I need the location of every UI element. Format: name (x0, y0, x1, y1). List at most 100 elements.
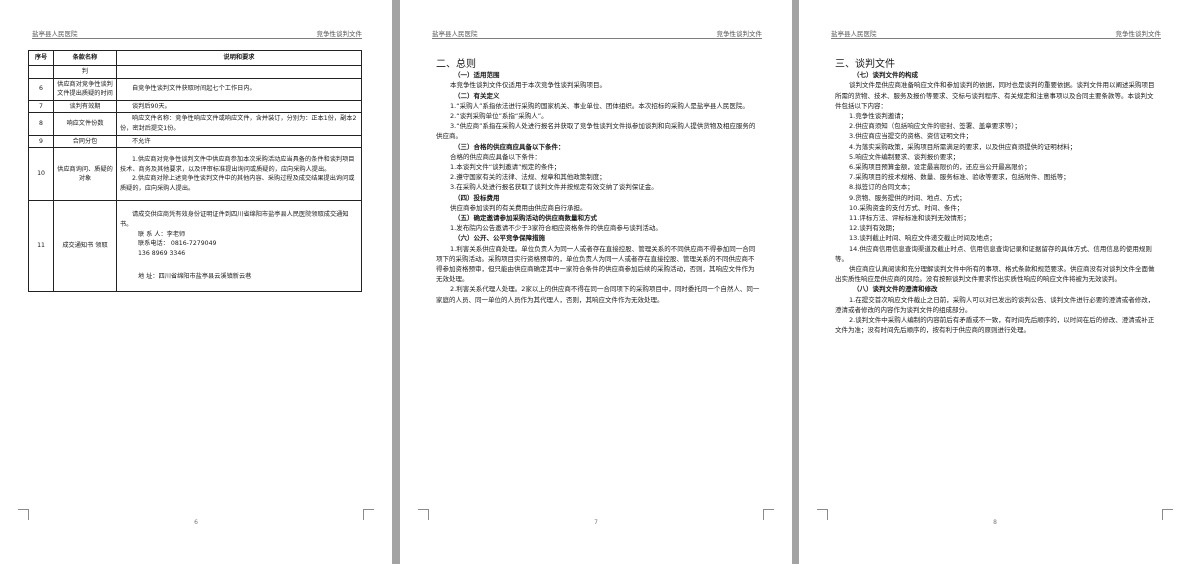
paragraph: 谈判文件是供应商准备响应文件和参加谈判的依据，同时也是谈判的重要依据。谈判文件用… (835, 81, 1155, 110)
row-description: 自竞争性谈判文件获取时间起七个工作日内。 (116, 77, 362, 101)
paragraph: 10.采购资金的支付方式、时间、条件； (849, 203, 964, 212)
header-right: 竞争性谈判文件 (316, 30, 363, 38)
subsection-heading: （一）适用范围 (454, 71, 500, 80)
row-term-name: 谈判有效期 (53, 99, 117, 114)
description-line (120, 258, 358, 272)
description-line: 2.供应商对除上述竞争性谈判文件中的其他内容、采购过程及成交结果提出询问或质疑的… (120, 175, 355, 192)
row-term-name: 合同分包 (53, 134, 117, 149)
subsection-heading: （七）谈判文件的构成 (853, 71, 918, 80)
paragraph: 14.供应商信用信息查询渠道及截止时点、信用信息查询记录和证据留存的具体方式、信… (835, 244, 1152, 263)
paragraph: 5.响应文件编制要求、谈判报价要求； (849, 152, 960, 161)
header-right: 竞争性谈判文件 (716, 30, 763, 38)
page-header: 盐亭县人民医院 竞争性谈判文件 (432, 26, 762, 39)
row-number: 9 (28, 134, 54, 149)
header-left: 盐亭县人民医院 (432, 30, 478, 38)
paragraph: 8.拟签订的合同文本； (849, 183, 914, 192)
row-term-name: 响应文件份数 (53, 112, 117, 136)
description-line: 136 8969 3346 (138, 249, 186, 257)
section-content: （一）适用范围 本竞争性谈判文件仅适用于本次竞争性谈判采购项目。 （二）有关定义 1.… (436, 70, 760, 305)
paragraph: 1.发布院内公告邀请不少于3家符合相应资格条件的供应商参与谈判活动。 (450, 224, 662, 233)
document-page-6: 盐亭县人民医院 竞争性谈判文件 序号 条款名称 说明和要求 判 6 供应商对竞争性谈… (0, 0, 392, 564)
description-line: 联 系 人：李老师 (138, 230, 186, 238)
table-row: 8 响应文件份数 响应文件名称：竞争性响应文件或响应文件，含并装订，分别为：正本1份… (28, 112, 362, 136)
row-description: 谈判后90天。 (116, 99, 362, 114)
paragraph: 2.“谈判采购单位”系指“采购人”。 (450, 112, 548, 121)
paragraph: 6.采购项目预算金额，设定最高限价的，还应当公开最高限价； (849, 163, 1031, 172)
paragraph: 13.谈判截止时间、响应文件递交截止时间及地点； (849, 234, 996, 243)
paragraph: 9.货物、服务提供的时间、地点、方式； (849, 193, 966, 202)
page-number: 8 (993, 519, 997, 526)
row-term-name: 成交通知书 领取 (53, 200, 117, 293)
page-body: 二、总则 （一）适用范围 本竞争性谈判文件仅适用于本次竞争性谈判采购项目。 （二）有… (436, 59, 760, 305)
table-header-row: 序号 条款名称 说明和要求 (28, 50, 362, 66)
description-line: 1.供应商对竞争性谈判文件中供应商参加本次采购活动应当具备的条件和谈判项目技术、… (120, 155, 355, 173)
description-line: 响应文件名称：竞争性响应文件或响应文件，含并装订，分别为：正本1份，副本2份，密… (120, 115, 357, 132)
paragraph: 3.“供应商”系指在采购人处进行报名并获取了竞争性谈判文件拟参加谈判和向采购人提… (436, 122, 756, 141)
description-line: 请成交供应商凭有效身份证明证件到四川省绵阳市盐亭县人民医院领取成交通知书。 (120, 211, 349, 228)
section-title: 三、谈判文件 (835, 59, 895, 70)
description-line: 地 址：四川省绵阳市盐亭县云溪镇新云巷 (138, 273, 252, 281)
paragraph: 11.评标方法、评标标准和谈判无效情形； (849, 214, 970, 223)
page-body: 三、谈判文件 （七）谈判文件的构成 谈判文件是供应商准备响应文件和参加谈判的依据，… (835, 59, 1159, 335)
table-row: 6 供应商对竞争性谈判文件提出质疑的时间 自竞争性谈判文件获取时间起七个工作日内。 (28, 77, 362, 101)
header-left: 盐亭县人民医院 (831, 30, 877, 38)
description-line: 不允许 (132, 137, 151, 145)
table-row: 9 合同分包 不允许 (28, 134, 362, 149)
page-header: 盐亭县人民医院 竞争性谈判文件 (32, 26, 362, 39)
row-number: 7 (28, 99, 54, 114)
row-term-name: 供应商对竞争性谈判文件提出质疑的时间 (53, 77, 117, 101)
column-header-desc: 说明和要求 (116, 50, 362, 66)
column-header-no: 序号 (28, 50, 54, 66)
header-right: 竞争性谈判文件 (1115, 30, 1162, 38)
page-number: 6 (194, 519, 198, 526)
paragraph: 1.“采购人”系指依法进行采购的国家机关、事业单位、团体组织。本次招标的采购人是… (450, 101, 749, 110)
description-line: 谈判后90天。 (132, 102, 171, 110)
paragraph: 1.利害关系供应商处理。单位负责人为同一人或者存在直接控股、管理关系的不同供应商… (436, 244, 756, 284)
subsection-heading: （五）确定邀请参加采购活动的供应商数量和方式 (454, 214, 597, 223)
paragraph: 2.遵守国家有关的法律、法规、规章和其他政策制度； (450, 173, 606, 182)
row-number: 10 (28, 147, 54, 202)
paragraph: 4.为落实采购政策，采购项目所需满足的要求，以及供应商须提供的证明材料； (849, 142, 1077, 151)
section-title: 二、总则 (436, 59, 476, 70)
paragraph: 1.本谈判文件“谈判邀请”规定的条件； (450, 163, 561, 172)
paragraph: 2.供应商须知（包括响应文件的密封、签署、盖章要求等）； (849, 122, 1021, 131)
row-description: 1.供应商对竞争性谈判文件中供应商参加本次采购活动应当具备的条件和谈判项目技术、… (116, 147, 362, 202)
paragraph: 供应商参加谈判的有关费用由供应商自行承担。 (450, 203, 587, 212)
subsection-heading: （六）公开、公平竞争保障措施 (454, 234, 545, 243)
paragraph: 供应商应认真阅读和充分理解谈判文件中所有的事项、格式条款和规范要求。供应商没有对… (835, 265, 1155, 284)
row-term-name: 判 (53, 65, 117, 79)
table-row: 11 成交通知书 领取 请成交供应商凭有效身份证明证件到四川省绵阳市盐亭县人民医院领… (28, 200, 362, 293)
document-page-8: 盐亭县人民医院 竞争性谈判文件 三、谈判文件 （七）谈判文件的构成 谈判文件是供应… (799, 0, 1191, 564)
row-number (28, 65, 54, 79)
table-row: 判 (28, 65, 362, 79)
document-page-7: 盐亭县人民医院 竞争性谈判文件 二、总则 （一）适用范围 本竞争性谈判文件仅适用于… (400, 0, 792, 564)
description-line: 联系电话： 0816-7279049 (138, 240, 217, 248)
row-term-name: 供应商询问、质疑的对象 (53, 147, 117, 202)
row-number: 11 (28, 200, 54, 293)
table-row: 10 供应商询问、质疑的对象 1.供应商对竞争性谈判文件中供应商参加本次采购活动应当… (28, 147, 362, 202)
table-row: 7 谈判有效期 谈判后90天。 (28, 99, 362, 114)
paragraph: 2.利害关系代理人处理。2家以上的供应商不得在同一合同项下的采购项目中，同时委托… (436, 285, 760, 304)
paragraph: 3.供应商应当提交的资格、资信证明文件； (849, 132, 973, 141)
row-description: 不允许 (116, 134, 362, 149)
header-left: 盐亭县人民医院 (32, 30, 78, 38)
paragraph: 1.在提交首次响应文件截止之日前，采购人可以对已发出的谈判公告、谈判文件进行必要… (835, 295, 1155, 314)
paragraph: 3.在采购人处进行报名获取了谈判文件并按规定有效交纳了谈判保证金。 (450, 183, 658, 192)
page-header: 盐亭县人民医院 竞争性谈判文件 (831, 26, 1161, 39)
subsection-heading: （二）有关定义 (454, 91, 500, 100)
subsection-heading: （八）谈判文件的澄清和修改 (853, 285, 938, 294)
page-number: 7 (594, 519, 598, 526)
paragraph: 1.竞争性谈判邀请； (849, 112, 908, 121)
paragraph: 本竞争性谈判文件仅适用于本次竞争性谈判采购项目。 (450, 81, 606, 90)
paragraph: 合格的供应商应具备以下条件： (450, 152, 541, 161)
description-line: 自竞争性谈判文件获取时间起七个工作日内。 (132, 85, 256, 93)
row-description: 响应文件名称：竞争性响应文件或响应文件，含并装订，分别为：正本1份，副本2份，密… (116, 112, 362, 136)
section-content: （七）谈判文件的构成 谈判文件是供应商准备响应文件和参加谈判的依据，同时也是谈判的… (835, 70, 1159, 335)
row-number: 6 (28, 77, 54, 101)
subsection-heading: （三）合格的供应商应具备以下条件： (454, 142, 565, 151)
row-description (116, 65, 362, 79)
paragraph: 12.谈判有效期； (849, 224, 899, 233)
paragraph: 7.采购项目的技术规格、数量、服务标准、验收等要求，包括附件、图纸等； (849, 173, 1070, 182)
row-number: 8 (28, 112, 54, 136)
column-header-name: 条款名称 (53, 50, 117, 66)
